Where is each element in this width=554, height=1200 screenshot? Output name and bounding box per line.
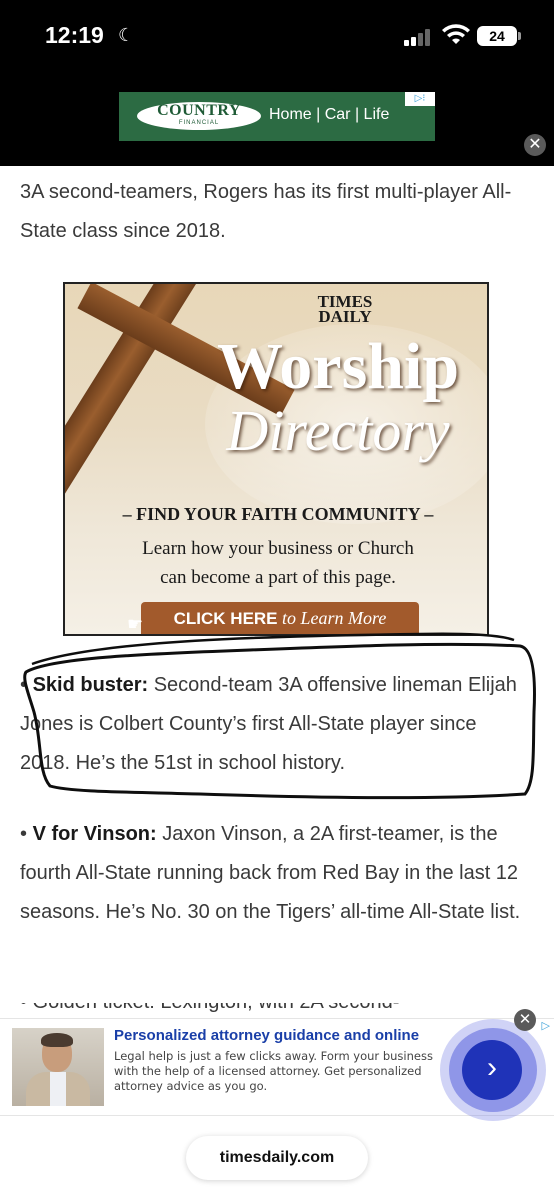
top-banner-ad[interactable]: COUNTRY FINANCIAL Home | Car | Life ▷⁝ — [119, 92, 435, 141]
moon-icon: ☾ — [118, 25, 135, 45]
times-daily-logo: TIMES DAILY — [317, 292, 373, 326]
status-time: 12:19 — [45, 22, 104, 48]
directory-title: Directory — [226, 398, 450, 463]
learn-more-button[interactable]: ☛ CLICK HERE to Learn More — [127, 602, 419, 634]
ad-body-text: Legal help is just a few clicks away. Fo… — [114, 1049, 433, 1093]
article-paragraph-partial: • Golden ticket: Lexington, with 2A seco… — [20, 1003, 530, 1019]
close-top-ad-button[interactable]: ✕ — [524, 134, 546, 156]
paragraph-lead: Skid buster: — [32, 674, 149, 696]
ad-choices-icon[interactable]: ▷⁝ — [405, 92, 435, 106]
ad-choices-icon[interactable]: ▷ — [542, 1019, 550, 1032]
top-ad-text: Home | Car | Life — [269, 106, 390, 123]
attorney-photo — [12, 1028, 104, 1106]
paragraph-lead: V for Vinson: — [32, 823, 157, 845]
worship-title: Worship — [216, 330, 460, 403]
pointing-hand-icon: ☛ — [127, 614, 144, 634]
chevron-right-icon[interactable]: › — [462, 1040, 522, 1100]
worship-body: Learn how your business or Church can be… — [142, 538, 414, 588]
wifi-icon — [442, 24, 470, 44]
ad-go-button-halo: › — [440, 1019, 546, 1121]
close-bottom-ad-button[interactable]: ✕ — [514, 1009, 536, 1031]
article-paragraph: 3A second-teamers, Rogers has its first … — [20, 181, 512, 242]
worship-tagline: – FIND YOUR FAITH COMMUNITY – — [122, 504, 434, 524]
browser-url-bar[interactable]: timesdaily.com — [186, 1136, 368, 1180]
top-bar: 12:19 ☾ 24 COUNTRY FINANCIAL Home | Car … — [0, 0, 554, 166]
article-paragraph-vinson: • V for Vinson: Jaxon Vinson, a 2A first… — [20, 823, 521, 923]
ad-headline[interactable]: Personalized attorney guidance and onlin… — [114, 1027, 419, 1044]
bottom-sticky-ad[interactable]: Personalized attorney guidance and onlin… — [0, 1009, 554, 1121]
cellular-signal-icon — [404, 28, 434, 46]
worship-directory-ad[interactable]: TIMES DAILY Worship Directory – FIND YOU… — [63, 282, 489, 636]
country-financial-logo: COUNTRY FINANCIAL — [137, 102, 261, 130]
article-paragraph-skid-buster: • Skid buster: Second-team 3A offensive … — [20, 674, 517, 774]
battery-indicator: 24 — [477, 26, 521, 46]
